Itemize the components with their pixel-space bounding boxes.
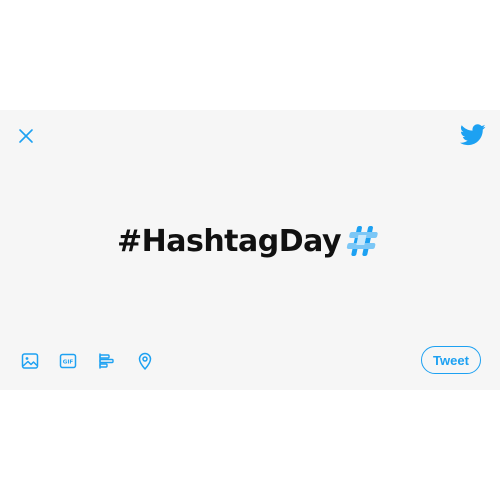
page: #HashtagDay GIF Tweet bbox=[0, 0, 500, 500]
hashtag-emoji-icon bbox=[346, 226, 378, 256]
image-icon[interactable] bbox=[20, 351, 40, 371]
tweet-composer-card: #HashtagDay GIF Tweet bbox=[0, 110, 500, 390]
gif-icon[interactable]: GIF bbox=[58, 351, 78, 371]
twitter-bird-icon bbox=[460, 124, 486, 146]
poll-icon[interactable] bbox=[97, 351, 117, 371]
close-icon[interactable] bbox=[14, 124, 38, 148]
headline: #HashtagDay bbox=[0, 225, 500, 259]
hashtag-text: #HashtagDay bbox=[116, 224, 342, 259]
tweet-button[interactable]: Tweet bbox=[421, 346, 481, 374]
svg-text:GIF: GIF bbox=[63, 360, 74, 366]
location-pin-icon[interactable] bbox=[135, 351, 155, 371]
